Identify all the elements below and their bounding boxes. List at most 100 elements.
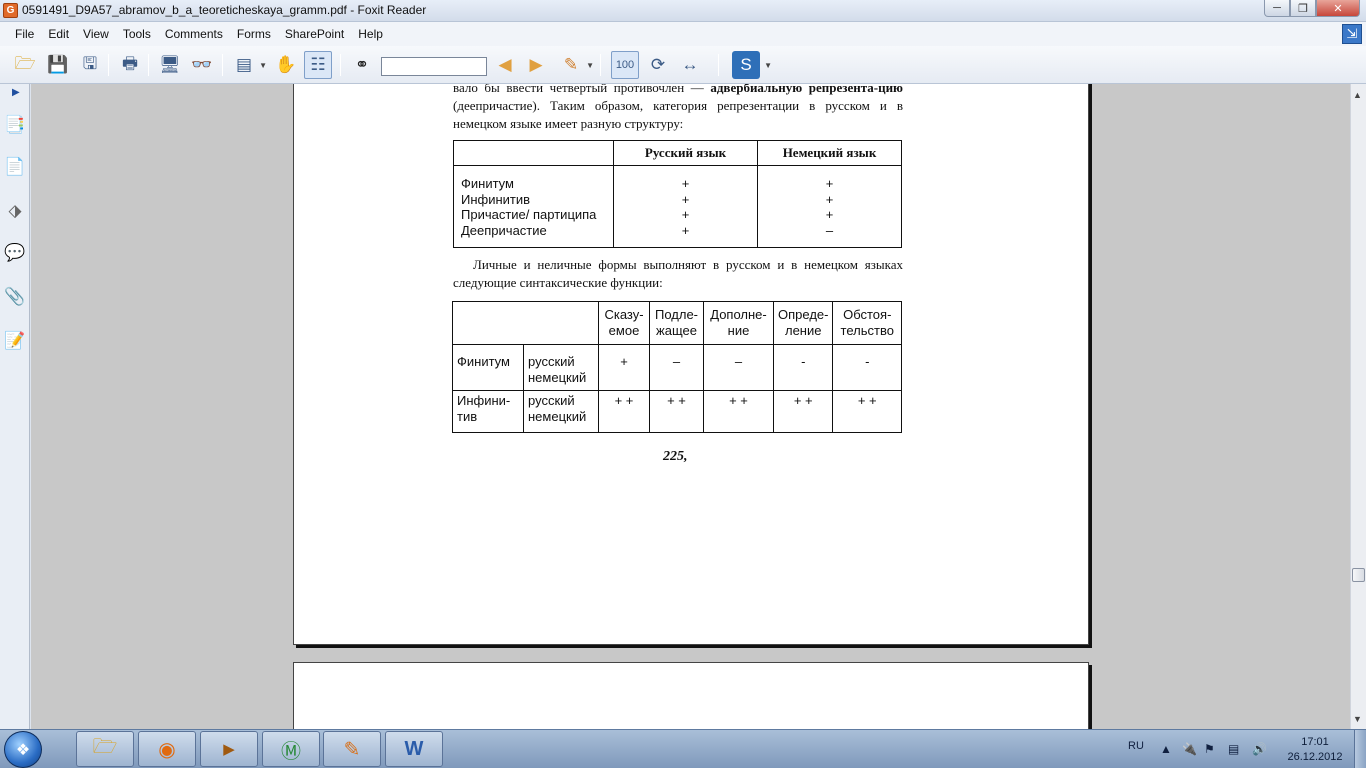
media-player-taskbar-icon[interactable]: ▶ xyxy=(200,731,258,767)
pdf-next-page xyxy=(293,662,1089,729)
usb-device-icon[interactable]: 🔌 xyxy=(1182,742,1197,756)
menu-help[interactable]: Help xyxy=(351,27,390,41)
explorer-taskbar-icon[interactable]: 🗁 xyxy=(76,731,134,767)
actual-size-icon[interactable]: 100 xyxy=(611,51,639,79)
table1-form: Причастие/ партиципа xyxy=(461,207,597,222)
clock-date: 26.12.2012 xyxy=(1287,751,1343,763)
bookmarks-icon[interactable]: 📑 xyxy=(4,112,26,138)
table2-header: Обстоя-тельство xyxy=(832,301,902,345)
action-center-flag-icon[interactable]: ⚑ xyxy=(1204,742,1215,756)
paragraph-1-bold: адвербиальную репрезента-цию xyxy=(710,84,903,95)
network-signal-icon[interactable]: ▤ xyxy=(1228,742,1239,756)
scroll-down-arrow[interactable]: ▼ xyxy=(1353,714,1362,724)
menu-file[interactable]: File xyxy=(8,27,41,41)
menu-bar: File Edit View Tools Comments Forms Shar… xyxy=(0,22,1366,46)
title-bar: G 0591491_D9A57_abramov_b_a_teoretichesk… xyxy=(0,0,1366,22)
menu-forms[interactable]: Forms xyxy=(230,27,278,41)
language-indicator[interactable]: RU xyxy=(1128,740,1144,752)
full-screen-icon[interactable]: 🖥 xyxy=(156,51,184,79)
menu-tools[interactable]: Tools xyxy=(116,27,158,41)
table1-mark: + xyxy=(681,222,690,238)
table2-header: Подле-жащее xyxy=(649,301,704,345)
menu-sharepoint[interactable]: SharePoint xyxy=(278,27,351,41)
document-area[interactable]: вало бы ввести четвертый противочлен — а… xyxy=(31,84,1350,729)
table1-mark: + xyxy=(681,176,690,191)
save-icon[interactable]: 💾 xyxy=(44,51,72,79)
show-hidden-icons-icon[interactable]: ▲ xyxy=(1160,742,1172,756)
attachments-icon[interactable]: 📎 xyxy=(4,284,26,310)
word-taskbar-icon[interactable]: W xyxy=(385,731,443,767)
menu-comments[interactable]: Comments xyxy=(158,27,230,41)
clock[interactable]: 17:01 26.12.2012 xyxy=(1282,735,1348,765)
layers-icon[interactable]: ⬗ xyxy=(4,198,26,224)
volume-icon[interactable]: 🔊 xyxy=(1252,742,1267,756)
hand-tool-icon[interactable]: ✋ xyxy=(272,51,300,79)
foxit-app-icon[interactable]: G xyxy=(3,3,18,18)
table1-mark: – xyxy=(825,222,834,238)
fit-page-icon[interactable]: ⟳ xyxy=(644,51,672,79)
zoom-glasses-icon[interactable]: 👓 xyxy=(188,51,216,79)
table1-mark: + xyxy=(825,207,834,222)
find-binoculars-icon[interactable]: ⚭ xyxy=(348,51,376,79)
fit-width-icon[interactable]: ↔ xyxy=(676,51,704,79)
syntactic-functions-table: Сказу-емое Подле-жащее Дополне-ние Опред… xyxy=(452,301,902,433)
pages-icon[interactable]: 📄 xyxy=(4,154,26,180)
expand-pane-icon[interactable]: ▶ xyxy=(12,87,20,98)
menu-edit[interactable]: Edit xyxy=(41,27,76,41)
taskbar: ❖ 🗁 ◉ ▶ Ⓜ ✎ W RU ▲ 🔌 ⚑ ▤ 🔊 17:01 26.12.2… xyxy=(0,729,1366,768)
firefox-taskbar-icon[interactable]: ◉ xyxy=(138,731,196,767)
paragraph-1: вало бы ввести четвертый противочлен — а… xyxy=(453,84,903,133)
table-row: Финитум русский немецкий + – – - - xyxy=(452,344,902,391)
open-folder-icon[interactable]: 🗁 xyxy=(11,51,39,79)
maximize-button[interactable]: ❐ xyxy=(1290,0,1316,17)
table1-german-cell: + + + – xyxy=(757,165,902,248)
vertical-scrollbar[interactable]: ▲ ▼ xyxy=(1350,84,1366,729)
scroll-up-arrow[interactable]: ▲ xyxy=(1353,90,1362,100)
table2-value: + + xyxy=(772,390,834,433)
table1-form: Деепричастие xyxy=(461,222,547,238)
table2-value: - xyxy=(772,344,834,391)
table1-mark: + xyxy=(681,191,690,207)
find-previous-icon[interactable]: ◀ xyxy=(491,51,519,79)
foxit-taskbar-icon[interactable]: ✎ xyxy=(323,731,381,767)
table2-form: Инфини-тив xyxy=(452,390,524,433)
table1-mark: + xyxy=(825,176,834,191)
resize-document-icon[interactable]: ⇲ xyxy=(1342,24,1362,44)
navigation-pane: ▶ 📑 📄 ⬗ 💬 📎 📝 xyxy=(0,84,30,729)
print-icon[interactable]: 🖶 xyxy=(116,51,144,79)
toolbar-separator xyxy=(340,54,341,76)
menu-view[interactable]: View xyxy=(76,27,116,41)
utorrent-taskbar-icon[interactable]: Ⓜ xyxy=(262,731,320,767)
table2-value: + + xyxy=(649,390,704,433)
close-button[interactable]: ✕ xyxy=(1316,0,1360,17)
toolbar-separator xyxy=(600,54,601,76)
minimize-button[interactable]: ─ xyxy=(1264,0,1290,17)
table1-header-empty xyxy=(453,140,614,166)
table2-value: – xyxy=(649,344,704,391)
toolbar-separator xyxy=(718,54,719,76)
table2-value: + + xyxy=(598,390,650,433)
foxit-logo-icon[interactable]: S ▼ xyxy=(732,51,772,79)
comments-icon[interactable]: 💬 xyxy=(4,240,26,266)
table2-header: Дополне-ние xyxy=(703,301,774,345)
select-text-icon[interactable]: ☷ xyxy=(304,51,332,79)
toolbar-separator xyxy=(222,54,223,76)
scroll-thumb[interactable] xyxy=(1352,568,1365,582)
page-layout-icon[interactable]: ▤ ▼ xyxy=(230,51,267,79)
find-next-icon[interactable]: ▶ xyxy=(522,51,550,79)
pdf-page: вало бы ввести четвертый противочлен — а… xyxy=(293,84,1089,645)
save-all-icon[interactable]: 🖫 xyxy=(76,51,104,79)
start-button[interactable]: ❖ xyxy=(4,731,42,768)
signatures-icon[interactable]: 📝 xyxy=(4,328,26,354)
table1-form: Инфинитив xyxy=(461,191,531,207)
table2-value: + + xyxy=(832,390,902,433)
highlight-icon[interactable]: ✎ ▼ xyxy=(557,51,594,79)
find-input[interactable] xyxy=(381,57,487,76)
table2-header: Сказу-емое xyxy=(598,301,650,345)
show-desktop-button[interactable] xyxy=(1354,730,1366,768)
paragraph-1-text-end: (деепричастие). Таким образом, категория… xyxy=(453,98,903,131)
table2-header: Опреде-ление xyxy=(772,301,834,345)
window-controls: ─ ❐ ✕ xyxy=(1264,0,1360,18)
toolbar: 🗁 💾 🖫 🖶 🖥 👓 ▤ ▼ ✋ ☷ ⚭ ◀ ▶ ✎ ▼ 100 ⟳ ↔ S ▼ xyxy=(0,46,1366,84)
paragraph-2: Личные и неличные формы выполняют в русс… xyxy=(453,257,903,290)
